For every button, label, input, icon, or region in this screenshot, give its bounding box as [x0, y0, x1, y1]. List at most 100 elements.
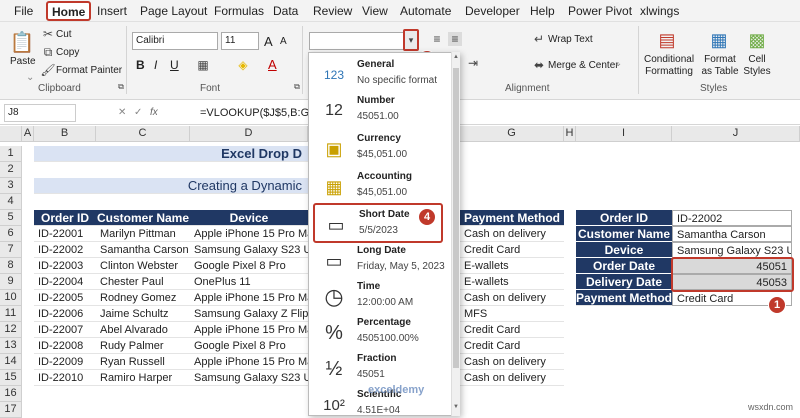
lookup-value[interactable]: Samsung Galaxy S23 Ultra — [672, 242, 792, 258]
table-cell[interactable]: Apple iPhone 15 Pro Max — [190, 354, 308, 370]
format-currency[interactable]: ▣ Currency $45,051.00 — [313, 129, 443, 169]
table-cell[interactable]: ID-22001 — [34, 226, 96, 242]
table-cell[interactable]: Samantha Carson — [96, 242, 190, 258]
table-cell[interactable]: Apple iPhone 15 Pro Max — [190, 322, 308, 338]
row-header[interactable]: 15 — [0, 370, 22, 386]
column-header[interactable]: G — [460, 126, 564, 142]
table-cell[interactable]: Samsung Galaxy S23 Ultra — [190, 242, 308, 258]
dialog-launcher-icon[interactable]: ⧉ — [292, 82, 302, 92]
font-color-icon[interactable]: A — [268, 57, 277, 72]
conditional-formatting-button[interactable]: Conditional Formatting — [644, 54, 694, 78]
table-cell[interactable]: MFS — [460, 306, 564, 322]
format-time[interactable]: ◷ Time 12:00:00 AM — [313, 277, 443, 317]
row-header[interactable]: 16 — [0, 386, 22, 402]
italic-button[interactable]: I — [154, 58, 157, 72]
column-header[interactable]: H — [564, 126, 576, 142]
format-painter-button[interactable]: Format Painter — [56, 65, 122, 76]
align-left-icon[interactable]: ≡ — [430, 32, 444, 46]
number-format-box[interactable] — [309, 32, 409, 50]
paste-dropdown-icon[interactable]: ⌄ — [26, 72, 34, 83]
copy-button[interactable]: Copy — [56, 47, 79, 58]
column-header[interactable]: J — [672, 126, 800, 142]
borders-icon[interactable]: ▦ — [196, 58, 210, 72]
table-cell[interactable]: OnePlus 11 — [190, 274, 308, 290]
copy-icon[interactable]: ⧉ — [42, 45, 54, 59]
table-cell[interactable]: Google Pixel 8 Pro — [190, 258, 308, 274]
fx-icon[interactable]: fx — [150, 107, 158, 118]
paste-icon[interactable]: 📋 — [10, 28, 35, 56]
lookup-value[interactable]: Samantha Carson — [672, 226, 792, 242]
tab-review[interactable]: Review — [313, 4, 352, 18]
tab-power-pivot[interactable]: Power Pivot — [568, 4, 632, 18]
format-long-date[interactable]: ▭ Long Date Friday, May 5, 2023 — [313, 241, 444, 281]
table-cell[interactable]: ID-22004 — [34, 274, 96, 290]
dropdown-scrollbar[interactable]: ▲ ▼ — [451, 52, 460, 416]
row-header[interactable]: 10 — [0, 290, 22, 306]
table-cell[interactable]: ID-22007 — [34, 322, 96, 338]
table-cell[interactable]: ID-22002 — [34, 242, 96, 258]
row-header[interactable]: 12 — [0, 322, 22, 338]
table-cell[interactable]: Cash on delivery — [460, 290, 564, 306]
format-general[interactable]: 123 General No specific format — [313, 55, 443, 95]
wrap-text-icon[interactable]: ↵ — [532, 32, 546, 46]
select-all-corner[interactable] — [0, 126, 22, 142]
font-shrink-icon[interactable]: A — [280, 36, 287, 47]
row-header[interactable]: 14 — [0, 354, 22, 370]
row-header[interactable]: 8 — [0, 258, 22, 274]
column-header[interactable]: C — [96, 126, 190, 142]
table-cell[interactable]: Cash on delivery — [460, 354, 564, 370]
table-cell[interactable]: ID-22008 — [34, 338, 96, 354]
conditional-formatting-icon[interactable]: ▤ — [656, 28, 678, 52]
table-cell[interactable]: Google Pixel 8 Pro — [190, 338, 308, 354]
row-header[interactable]: 4 — [0, 194, 22, 210]
format-fraction[interactable]: ½ Fraction 45051 — [313, 349, 443, 389]
table-cell[interactable]: Credit Card — [460, 242, 564, 258]
cell-styles-button[interactable]: Cell Styles — [740, 54, 774, 78]
lookup-value[interactable]: ID-22002 — [672, 210, 792, 226]
column-header[interactable]: D — [190, 126, 308, 142]
fill-color-icon[interactable]: ◈ — [236, 58, 250, 72]
row-header[interactable]: 5 — [0, 210, 22, 226]
column-header[interactable]: B — [34, 126, 96, 142]
table-cell[interactable]: Marilyn Pittman — [96, 226, 190, 242]
row-header[interactable]: 6 — [0, 226, 22, 242]
format-as-table-icon[interactable]: ▦ — [708, 28, 730, 52]
paste-button[interactable]: Paste — [10, 56, 36, 67]
table-cell[interactable]: ID-22006 — [34, 306, 96, 322]
tab-automate[interactable]: Automate — [400, 4, 451, 18]
cancel-formula-icon[interactable]: ✕ — [118, 107, 126, 118]
tab-view[interactable]: View — [362, 4, 388, 18]
column-header[interactable]: I — [576, 126, 672, 142]
number-format-dropdown-icon[interactable]: ▾ — [403, 29, 419, 51]
table-cell[interactable]: ID-22009 — [34, 354, 96, 370]
table-cell[interactable]: Cash on delivery — [460, 226, 564, 242]
table-cell[interactable]: ID-22010 — [34, 370, 96, 386]
row-header[interactable]: 3 — [0, 178, 22, 194]
font-name-box[interactable]: Calibri — [132, 32, 218, 50]
format-painter-icon[interactable]: 🖌 — [40, 63, 55, 77]
table-cell[interactable]: Apple iPhone 15 Pro Max — [190, 290, 308, 306]
format-accounting[interactable]: ▦ Accounting $45,051.00 — [313, 167, 443, 207]
merge-dropdown-icon[interactable]: ⌄ — [614, 58, 622, 69]
merge-center-icon[interactable]: ⬌ — [532, 58, 546, 72]
underline-button[interactable]: U — [170, 58, 179, 72]
row-header[interactable]: 11 — [0, 306, 22, 322]
align-center-icon[interactable]: ≡ — [448, 32, 462, 46]
tab-insert[interactable]: Insert — [97, 4, 127, 18]
format-as-table-button[interactable]: Format as Table — [698, 54, 742, 78]
cut-icon[interactable]: ✂ — [42, 27, 54, 41]
table-cell[interactable]: Cash on delivery — [460, 370, 564, 386]
scroll-thumb[interactable] — [453, 68, 459, 368]
table-cell[interactable]: Credit Card — [460, 338, 564, 354]
tab-page-layout[interactable]: Page Layout — [140, 4, 207, 18]
dialog-launcher-icon[interactable]: ⧉ — [116, 82, 126, 92]
table-cell[interactable]: Rudy Palmer — [96, 338, 190, 354]
tab-xlwings[interactable]: xlwings — [640, 4, 679, 18]
table-cell[interactable]: Samsung Galaxy Z Flip 5 — [190, 306, 308, 322]
cell-styles-icon[interactable]: ▩ — [746, 28, 768, 52]
table-cell[interactable]: Ramiro Harper — [96, 370, 190, 386]
name-box[interactable]: J8 — [4, 104, 76, 122]
table-cell[interactable]: E-wallets — [460, 258, 564, 274]
table-cell[interactable]: Credit Card — [460, 322, 564, 338]
indent-icon[interactable]: ⇥ — [466, 56, 480, 70]
